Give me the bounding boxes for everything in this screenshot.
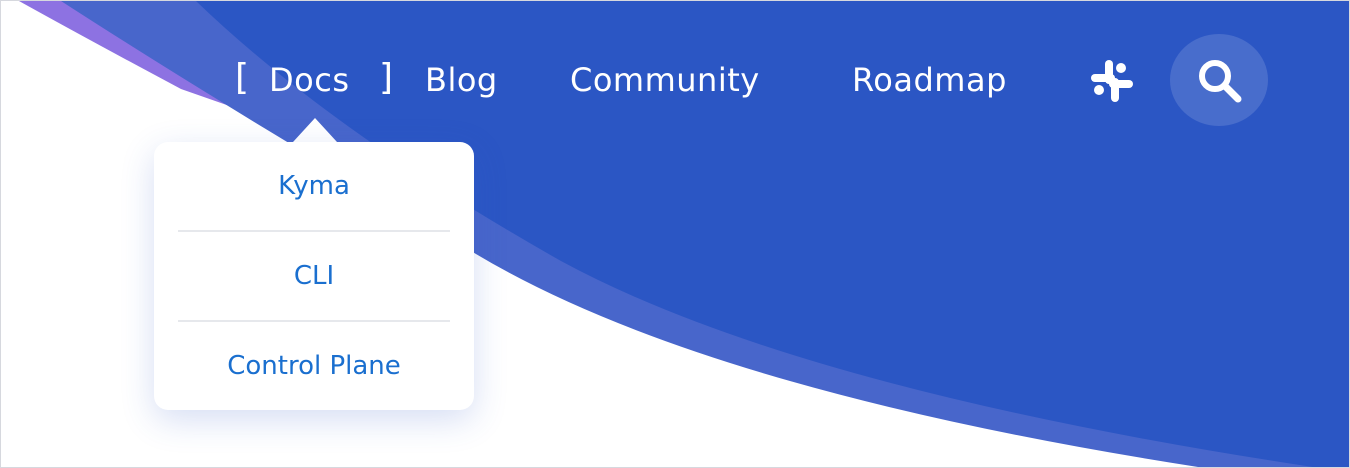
slack-link[interactable] [1089,58,1135,104]
dropdown-divider [178,230,450,232]
docs-dropdown-menu: Kyma CLI Control Plane [154,142,474,410]
dropdown-item-kyma[interactable]: Kyma [154,157,474,215]
nav-item-blog[interactable]: Blog [425,51,498,109]
dropdown-item-control-plane[interactable]: Control Plane [154,337,474,395]
dropdown-item-cli[interactable]: CLI [154,247,474,305]
nav-item-community[interactable]: Community [570,51,760,109]
nav-item-roadmap[interactable]: Roadmap [852,51,1007,109]
dropdown-divider [178,320,450,322]
active-bracket-left: [ [235,57,250,98]
dropdown-caret [293,118,337,142]
search-icon [1199,60,1242,103]
page-frame: [ Docs ] Blog Community Roadmap Kyma CLI… [0,0,1350,468]
search-button[interactable] [1170,34,1268,126]
slack-icon [1091,60,1133,102]
nav-item-docs[interactable]: Docs [269,51,349,109]
active-bracket-right: ] [379,57,394,98]
